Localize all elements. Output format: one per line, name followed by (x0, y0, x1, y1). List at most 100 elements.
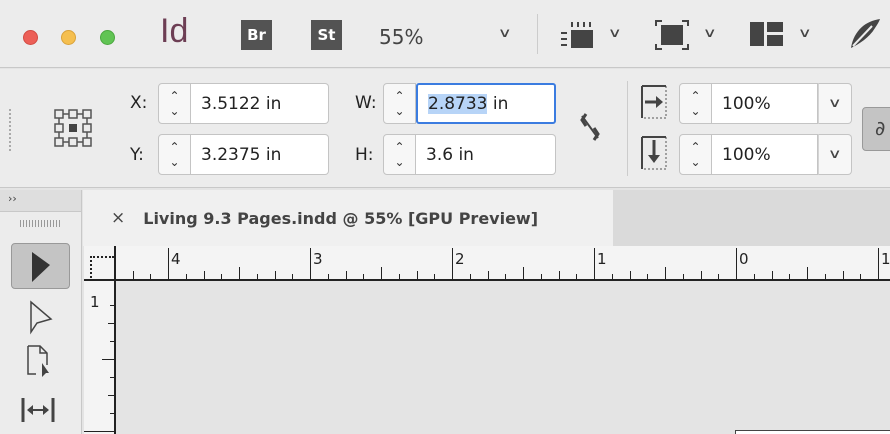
scale-x-icon (641, 85, 667, 119)
ruler-major-tick (310, 248, 311, 279)
vertical-ruler[interactable]: 1 (84, 281, 116, 434)
ruler-minor-tick (381, 267, 382, 279)
arrange-documents-icon[interactable] (750, 22, 784, 46)
ruler-tick (110, 377, 114, 378)
ruler-minor-tick (559, 271, 560, 279)
ruler-minor-tick (221, 274, 222, 279)
ruler-tick (108, 323, 114, 324)
ruler-tick (102, 359, 114, 360)
collapse-toolbox-button[interactable]: ›› (0, 190, 81, 212)
ruler-label: 0 (739, 250, 749, 268)
page-edge (735, 430, 890, 434)
scale-y-field[interactable]: 100% (712, 134, 818, 175)
divider (537, 14, 538, 54)
ruler-minor-tick (417, 271, 418, 279)
document-tab-title: Living 9.3 Pages.indd @ 55% [GPU Preview… (143, 208, 539, 228)
ruler-tick (110, 413, 114, 414)
view-options-icon[interactable] (558, 20, 598, 50)
screen-mode-icon[interactable] (655, 20, 689, 50)
page-tool-icon[interactable] (18, 343, 58, 383)
stock-button[interactable]: St (311, 20, 342, 50)
ruler-label: 4 (171, 250, 181, 268)
ruler-minor-tick (647, 274, 648, 279)
ruler-minor-tick (470, 274, 471, 279)
ruler-minor-tick (576, 274, 577, 279)
publish-online-icon[interactable] (848, 18, 882, 52)
document-tab[interactable]: × Living 9.3 Pages.indd @ 55% [GPU Previ… (83, 190, 613, 246)
ruler-minor-tick (860, 274, 861, 279)
ruler-tick (110, 341, 114, 342)
ruler-tick (110, 305, 114, 306)
ruler-minor-tick (150, 274, 151, 279)
ruler-minor-tick (630, 271, 631, 279)
w-selected-text: 2.8733 (428, 93, 488, 114)
control-panel: X: ⌃ ⌄ 3.5122 in Y: ⌃ ⌄ 3.2375 in W: ⌃ ⌄ 2.… (0, 69, 890, 188)
ruler-label: 1 (597, 250, 607, 268)
ruler-minor-tick (612, 274, 613, 279)
scale-y-stepper[interactable]: ⌃ ⌄ (679, 134, 712, 175)
scale-x-stepper[interactable]: ⌃ ⌄ (679, 83, 712, 124)
horizontal-ruler[interactable]: 4 3 2 1 0 1 (84, 246, 890, 281)
reference-point-icon[interactable] (54, 109, 94, 149)
ruler-minor-tick (541, 274, 542, 279)
direct-selection-tool-icon[interactable] (18, 298, 58, 338)
selection-tool[interactable] (11, 243, 70, 289)
x-field[interactable]: 3.5122 in (191, 83, 329, 124)
zoom-window-button[interactable] (100, 30, 115, 45)
ruler-minor-tick (843, 271, 844, 279)
view-chevron-down-icon[interactable]: ∨ (608, 26, 622, 41)
w-unit: in (487, 93, 509, 114)
ruler-minor-tick (186, 274, 187, 279)
minimize-window-button[interactable] (61, 30, 76, 45)
ruler-minor-tick (683, 274, 684, 279)
divider (627, 81, 628, 176)
ruler-minor-tick (789, 274, 790, 279)
ruler-minor-tick (292, 274, 293, 279)
scale-x-dropdown[interactable]: ∨ (818, 83, 852, 124)
ruler-tick (84, 431, 114, 432)
y-label: Y: (130, 145, 144, 165)
ruler-minor-tick (346, 271, 347, 279)
w-label: W: (355, 93, 377, 113)
ruler-minor-tick (363, 274, 364, 279)
arrange-chevron-down-icon[interactable]: ∨ (798, 26, 812, 41)
constrain-proportions-link-icon[interactable] (578, 111, 602, 143)
constrain-scale-link-button[interactable]: ∂ (862, 107, 890, 151)
close-tab-icon[interactable]: × (111, 208, 125, 228)
screen-mode-chevron-down-icon[interactable]: ∨ (703, 26, 717, 41)
ruler-origin[interactable] (84, 246, 116, 281)
ruler-major-tick (452, 248, 453, 279)
h-label: H: (355, 145, 374, 165)
w-stepper[interactable]: ⌃ ⌄ (383, 83, 416, 124)
ruler-minor-tick (257, 274, 258, 279)
zoom-chevron-down-icon[interactable]: ∨ (498, 26, 512, 41)
ruler-minor-tick (399, 274, 400, 279)
ruler-label: 3 (313, 250, 323, 268)
w-field[interactable]: 2.8733 in (416, 83, 556, 124)
y-stepper[interactable]: ⌃ ⌄ (158, 134, 191, 175)
gap-tool-icon[interactable] (18, 390, 58, 430)
ruler-minor-tick (275, 271, 276, 279)
x-stepper[interactable]: ⌃ ⌄ (158, 83, 191, 124)
scale-x-field[interactable]: 100% (712, 83, 818, 124)
x-label: X: (130, 93, 148, 113)
h-stepper[interactable]: ⌃ ⌄ (383, 134, 416, 175)
bridge-button[interactable]: Br (241, 20, 272, 50)
indesign-logo: Id (160, 12, 189, 50)
ruler-minor-tick (825, 274, 826, 279)
close-window-button[interactable] (23, 30, 38, 45)
toolbox-grip-handle[interactable] (20, 220, 60, 227)
ruler-minor-tick (434, 274, 435, 279)
ruler-label: 1 (90, 293, 100, 311)
panel-grip-handle[interactable] (9, 109, 12, 151)
title-bar: Id Br St 55% ∨ ∨ ∨ ∨ (0, 0, 890, 68)
scale-y-icon (641, 136, 667, 170)
zoom-level[interactable]: 55% (379, 25, 423, 49)
ruler-minor-tick (133, 271, 134, 279)
ruler-minor-tick (665, 267, 666, 279)
scale-y-dropdown[interactable]: ∨ (818, 134, 852, 175)
y-field[interactable]: 3.2375 in (191, 134, 329, 175)
toolbox: ›› (0, 190, 82, 434)
h-field[interactable]: 3.6 in (416, 134, 556, 175)
ruler-major-tick (736, 248, 737, 279)
